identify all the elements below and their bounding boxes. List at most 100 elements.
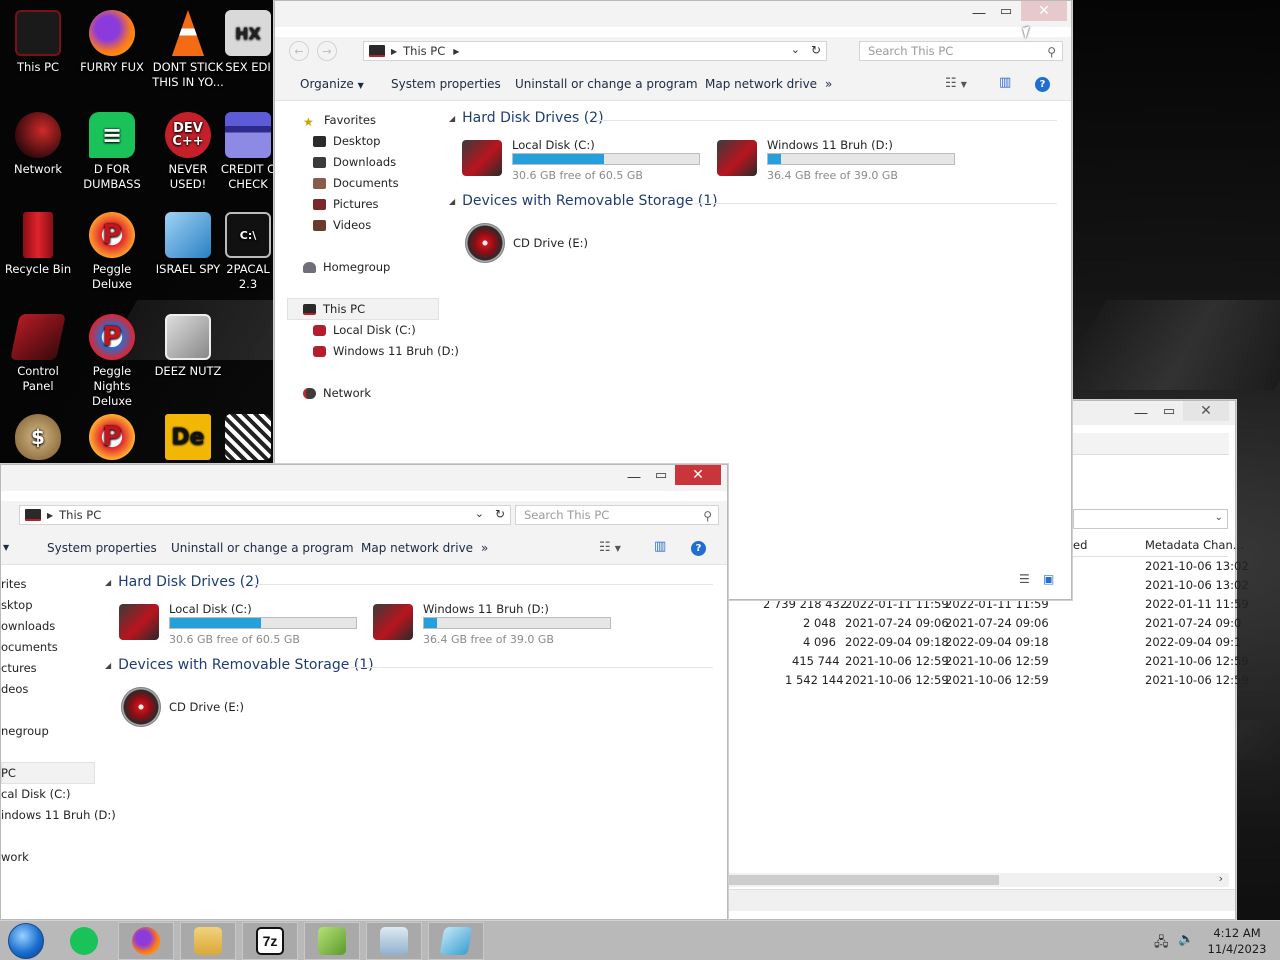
horizontal-scrollbar[interactable]: › [729,872,1229,887]
start-button[interactable] [6,922,46,960]
nav-favorites[interactable]: rites [1,577,27,591]
nav-this-pc[interactable]: PC [1,766,16,780]
explorer-window-bottom[interactable]: ― ▭ ✕ ▶ This PC ⌄ ↻ Search This PC ⚲ ▼ S… [0,464,728,920]
nav-desktop[interactable]: sktop [1,598,33,612]
drive-tile[interactable]: Windows 11 Bruh (D:) 36.4 GB free of 39.… [717,138,962,182]
uninstall-program-button[interactable]: Uninstall or change a program [515,77,698,91]
column-header-metadata[interactable]: Metadata Chan... [1145,538,1244,552]
nav-pictures[interactable]: Pictures [313,197,379,211]
taskbar-monitor-app[interactable] [366,922,422,960]
desktop-icon-dont-stick[interactable]: DONT STICK THIS IN YO... [150,10,226,90]
view-options-icon[interactable]: ☷ ▼ [945,76,967,91]
nav-downloads[interactable]: ownloads [1,619,55,633]
desktop-icon-sex-edi[interactable]: HX SEX EDI [220,10,276,75]
desktop-icon-credit-check[interactable]: CREDIT C CHECK [220,112,276,192]
nav-videos[interactable]: deos [1,682,28,696]
drive-tile[interactable]: Local Disk (C:) 30.6 GB free of 60.5 GB [462,138,707,182]
desktop-icon-furry-fux[interactable]: FURRY FUX [74,10,150,75]
close-button[interactable]: ✕ [1183,401,1229,421]
network-tray-icon[interactable]: 🖧 [1154,933,1169,955]
group-header-removable[interactable]: ◢ Devices with Removable Storage (1) [449,193,718,209]
breadcrumb[interactable]: This PC [403,44,445,58]
address-bar[interactable]: ▶ This PC ⌄ ↻ [19,505,511,525]
minimize-button[interactable]: ― [965,3,993,23]
desktop-icon-de[interactable]: De [150,414,226,464]
nav-windows11[interactable]: indows 11 Bruh (D:) [1,808,116,822]
table-row[interactable]: 2 048 2021-07-24 09:06 2021-07-24 09:06 … [729,616,1241,635]
preview-pane-icon[interactable]: ▥ [999,75,1011,90]
close-button[interactable]: ✕ [1021,1,1067,21]
maximize-button[interactable]: ▭ [1155,401,1183,421]
nav-local-disk[interactable]: Local Disk (C:) [313,323,416,337]
desktop-icon-money-bag[interactable]: $ [0,414,76,464]
maximize-button[interactable]: ▭ [647,465,675,485]
taskbar-file-explorer[interactable] [180,922,236,960]
help-icon[interactable]: ? [1035,77,1050,92]
clock[interactable]: 4:12 AM 11/4/2023 [1202,925,1272,957]
cd-drive-tile[interactable]: CD Drive (E:) [121,687,281,731]
desktop-icon-qr[interactable] [220,414,276,464]
nav-windows11[interactable]: Windows 11 Bruh (D:) [313,344,459,358]
taskbar-notes-app[interactable] [56,922,112,960]
scrollbar-thumb[interactable] [729,875,999,885]
desktop-icon-2pacal[interactable]: C:\ 2PACAL 2.3 [220,212,276,292]
more-commands-button[interactable]: » [825,77,832,91]
desktop-icon-peggle-extra[interactable]: P [74,414,150,464]
minimize-button[interactable]: ― [620,467,648,487]
table-row[interactable]: 415 744 2021-10-06 12:59 2021-10-06 12:5… [729,654,1249,673]
help-icon[interactable]: ? [691,541,706,556]
taskbar-notepad-plus[interactable] [304,922,360,960]
table-row[interactable]: 4 096 2022-09-04 09:18 2022-09-04 09:18 … [729,635,1241,654]
nav-local-disk[interactable]: cal Disk (C:) [1,787,70,801]
minimize-button[interactable]: ― [1127,403,1155,423]
drive-tile[interactable]: Local Disk (C:) 30.6 GB free of 60.5 GB [119,602,364,646]
close-button[interactable]: ✕ [675,465,721,485]
search-input[interactable]: Search This PC ⚲ [859,41,1063,61]
map-network-drive-button[interactable]: Map network drive [705,77,817,91]
nav-this-pc[interactable]: This PC [303,302,365,316]
explorer-titlebar[interactable] [1,465,727,491]
desktop-icon-peggle-nights[interactable]: P Peggle Nights Deluxe [74,314,150,409]
collapse-triangle-icon[interactable]: ◢ [105,578,111,587]
system-properties-button[interactable]: System properties [391,77,501,91]
uninstall-program-button[interactable]: Uninstall or change a program [171,541,354,555]
organize-dropdown-icon[interactable]: ▼ [3,543,9,552]
desktop-icon-deez-nutz[interactable]: DEEZ NUTZ [150,314,226,379]
nav-downloads[interactable]: Downloads [313,155,396,169]
address-bar[interactable]: ▶ This PC ▶ ⌄ ↻ [363,41,827,61]
table-row[interactable]: 1 542 144 2021-10-06 12:59 2021-10-06 12… [729,673,1249,692]
collapse-triangle-icon[interactable]: ◢ [449,197,455,206]
desktop-icon-recycle-bin[interactable]: Recycle Bin [0,212,76,277]
desktop-icon-this-pc[interactable]: This PC [0,10,76,75]
chevron-down-icon[interactable]: ⌄ [475,507,484,520]
tiles-view-icon[interactable]: ▣ [1043,572,1054,586]
group-header-hdd[interactable]: ◢ Hard Disk Drives (2) [105,574,260,590]
refresh-icon[interactable]: ↻ [495,507,505,521]
refresh-icon[interactable]: ↻ [811,43,821,57]
taskbar-7zip[interactable]: 7z [242,922,298,960]
chevron-down-icon[interactable]: ⌄ [791,43,800,56]
taskbar-firefox[interactable] [118,922,174,960]
system-properties-button[interactable]: System properties [47,541,157,555]
desktop-icon-network[interactable]: Network [0,112,76,177]
path-dropdown[interactable]: ⌄ [1073,509,1228,529]
nav-network[interactable]: Network [303,386,371,400]
nav-pictures[interactable]: ctures [1,661,37,675]
map-network-drive-button[interactable]: Map network drive [361,541,473,555]
nav-videos[interactable]: Videos [313,218,371,232]
chevron-right-icon[interactable]: › [1219,872,1223,885]
preview-pane-icon[interactable]: ▥ [654,539,666,554]
search-icon[interactable]: ⚲ [1047,43,1056,61]
group-header-removable[interactable]: ◢ Devices with Removable Storage (1) [105,657,374,673]
nav-network[interactable]: work [1,850,29,864]
column-header-partial[interactable]: ed [1073,538,1087,552]
collapse-triangle-icon[interactable]: ◢ [105,661,111,670]
group-header-hdd[interactable]: ◢ Hard Disk Drives (2) [449,110,604,126]
more-commands-button[interactable]: » [481,541,488,555]
nav-documents[interactable]: ocuments [1,640,58,654]
desktop-icon-never-used[interactable]: DEV C++ NEVER USED! [150,112,226,192]
nav-favorites[interactable]: ★ Favorites [303,113,376,129]
forward-arrow-icon[interactable]: → [317,41,337,61]
search-icon[interactable]: ⚲ [703,507,712,525]
breadcrumb[interactable]: This PC [59,508,101,522]
